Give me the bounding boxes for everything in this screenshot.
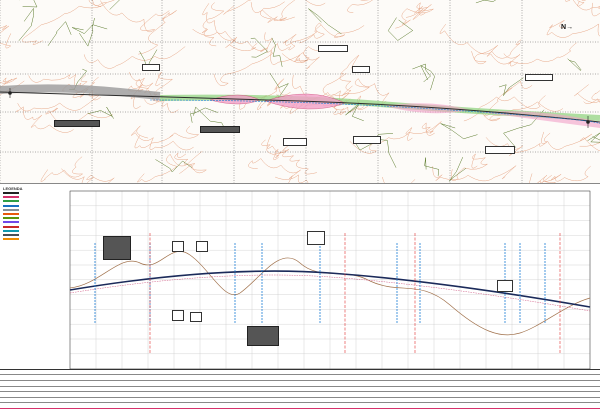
table-row bbox=[0, 398, 600, 403]
plan-dark-label-2 bbox=[200, 126, 240, 133]
profile-dark-box-2 bbox=[247, 326, 279, 346]
plan-callout-1 bbox=[318, 45, 348, 52]
profile-callout-1 bbox=[172, 241, 184, 252]
drawing-sheet: { "plan": { "compass_letter": "N", "cont… bbox=[0, 0, 600, 410]
table-row bbox=[0, 376, 600, 381]
profile-callout-6 bbox=[497, 280, 513, 292]
profile-callout-5 bbox=[190, 312, 202, 322]
plan-callout-4 bbox=[525, 74, 553, 81]
profile-dark-box-1 bbox=[103, 236, 131, 260]
table-row bbox=[0, 392, 600, 397]
table-row bbox=[0, 381, 600, 386]
profile-markers bbox=[95, 233, 560, 353]
table-row bbox=[0, 370, 600, 375]
compass-letter: N bbox=[561, 24, 566, 31]
plan-callout-7 bbox=[485, 146, 515, 154]
plan-callout-6 bbox=[353, 136, 381, 144]
plan-callout-3 bbox=[352, 66, 370, 73]
plan-drawing bbox=[0, 0, 600, 183]
profile-callout-3 bbox=[307, 231, 325, 245]
plan-callout-2 bbox=[142, 64, 160, 71]
plan-view: N→ bbox=[0, 0, 600, 184]
table-row bbox=[0, 404, 600, 409]
profile-callout-4 bbox=[172, 310, 184, 321]
north-arrow-icon: N→ bbox=[561, 24, 573, 31]
plan-dark-label-1 bbox=[54, 120, 100, 127]
plan-callout-5 bbox=[283, 138, 307, 146]
profile-callout-2 bbox=[196, 241, 208, 252]
profile-data-table bbox=[0, 369, 600, 410]
table-row bbox=[0, 387, 600, 392]
